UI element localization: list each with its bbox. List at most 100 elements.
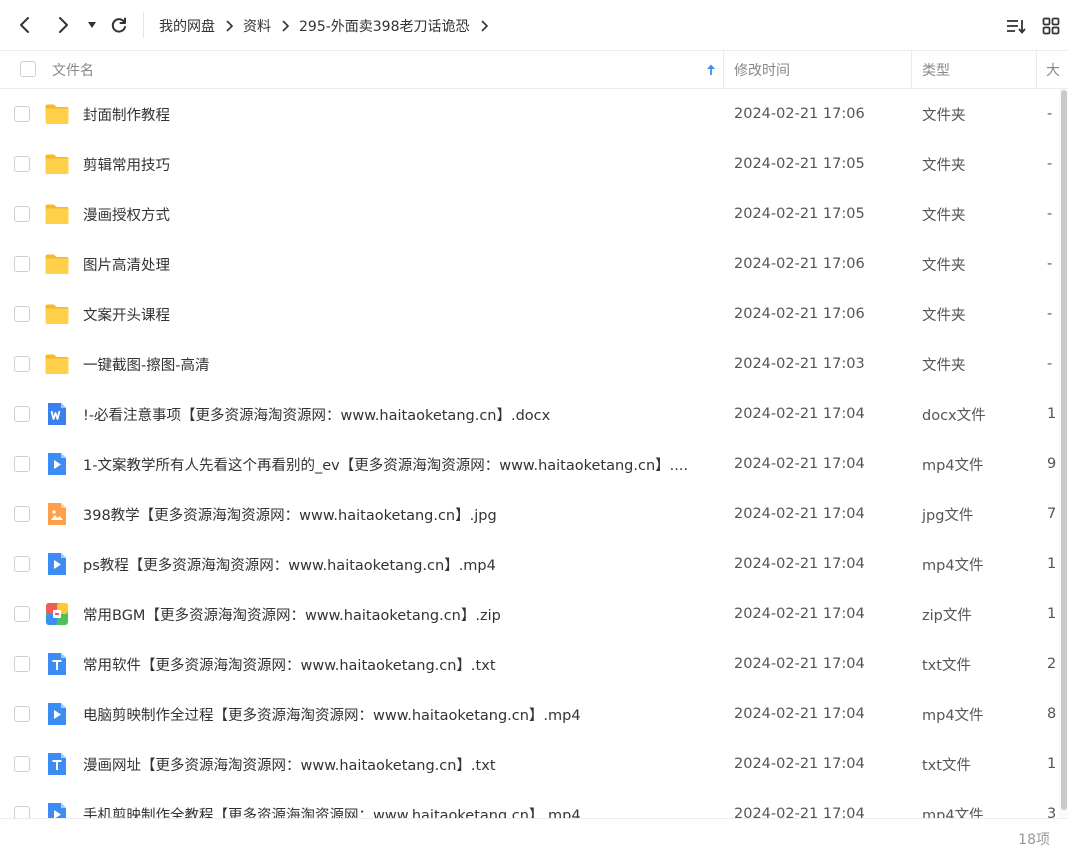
row-checkbox[interactable] [14, 756, 30, 772]
forward-button[interactable] [49, 10, 77, 40]
file-type: docx文件 [922, 407, 986, 424]
file-name[interactable]: 常用软件【更多资源海淘资源网：www.haitaoketang.cn】.txt [83, 639, 708, 689]
row-checkbox[interactable] [14, 556, 30, 572]
table-row[interactable]: 手机剪映制作全教程【更多资源海淘资源网：www.haitaoketang.cn】… [0, 789, 1068, 818]
row-checkbox[interactable] [14, 706, 30, 722]
column-header-modified[interactable]: 修改时间 [734, 51, 790, 89]
video-file-icon [44, 801, 70, 818]
sort-button[interactable] [1003, 13, 1029, 39]
breadcrumb-item-current[interactable]: 295-外面卖398老刀话诡恐 [290, 16, 479, 36]
file-modified-time: 2024-02-21 17:06 [734, 306, 865, 322]
chevron-left-icon [20, 17, 29, 33]
zip-file-icon [44, 601, 70, 627]
toolbar-divider [143, 12, 144, 38]
file-modified-time: 2024-02-21 17:04 [734, 806, 865, 818]
file-name[interactable]: 常用BGM【更多资源海淘资源网：www.haitaoketang.cn】.zip [83, 589, 708, 639]
row-checkbox[interactable] [14, 506, 30, 522]
table-row[interactable]: 常用软件【更多资源海淘资源网：www.haitaoketang.cn】.txt 2… [0, 639, 1068, 689]
file-name[interactable]: 一键截图-擦图-高清 [83, 339, 708, 389]
table-row[interactable]: ps教程【更多资源海淘资源网：www.haitaoketang.cn】.mp4 2… [0, 539, 1068, 589]
video-file-icon [44, 451, 70, 477]
sort-ascending-icon[interactable] [704, 51, 718, 89]
file-name[interactable]: 1-文案教学所有人先看这个再看别的_ev【更多资源海淘资源网：www.haita… [83, 439, 708, 489]
table-row[interactable]: 漫画授权方式 2024-02-21 17:05 文件夹 - [0, 189, 1068, 239]
row-checkbox[interactable] [14, 406, 30, 422]
file-list: 封面制作教程 2024-02-21 17:06 文件夹 - 剪辑常用技巧 2024-02-… [0, 89, 1068, 818]
file-type: 文件夹 [922, 157, 966, 174]
item-count: 18项 [1018, 832, 1050, 848]
file-name[interactable]: 漫画授权方式 [83, 189, 708, 239]
file-name[interactable]: 剪辑常用技巧 [83, 139, 708, 189]
row-checkbox[interactable] [14, 256, 30, 272]
chevron-right-icon [59, 17, 68, 33]
row-checkbox[interactable] [14, 156, 30, 172]
column-divider [1036, 51, 1037, 89]
refresh-icon [111, 17, 126, 33]
file-size: - [1047, 206, 1053, 222]
file-name[interactable]: ps教程【更多资源海淘资源网：www.haitaoketang.cn】.mp4 [83, 539, 708, 589]
table-row[interactable]: 文案开头课程 2024-02-21 17:06 文件夹 - [0, 289, 1068, 339]
table-row[interactable]: 常用BGM【更多资源海淘资源网：www.haitaoketang.cn】.zip… [0, 589, 1068, 639]
file-modified-time: 2024-02-21 17:04 [734, 556, 865, 572]
table-row[interactable]: 剪辑常用技巧 2024-02-21 17:05 文件夹 - [0, 139, 1068, 189]
file-type: 文件夹 [922, 107, 966, 124]
refresh-button[interactable] [105, 10, 133, 40]
file-type: 文件夹 [922, 207, 966, 224]
text-file-icon [44, 751, 70, 777]
file-name[interactable]: 手机剪映制作全教程【更多资源海淘资源网：www.haitaoketang.cn】… [83, 789, 708, 819]
row-checkbox[interactable] [14, 356, 30, 372]
file-size: 1 [1047, 606, 1057, 622]
file-name[interactable]: 文案开头课程 [83, 289, 708, 339]
breadcrumb-item-folder[interactable]: 资料 [234, 16, 280, 36]
file-type: 文件夹 [922, 357, 966, 374]
grid-view-icon [1042, 17, 1060, 35]
file-name[interactable]: !-必看注意事项【更多资源海淘资源网：www.haitaoketang.cn】.… [83, 389, 708, 439]
file-type: mp4文件 [922, 707, 984, 724]
table-row[interactable]: 漫画网址【更多资源海淘资源网：www.haitaoketang.cn】.txt 2… [0, 739, 1068, 789]
table-row[interactable]: 电脑剪映制作全过程【更多资源海淘资源网：www.haitaoketang.cn】… [0, 689, 1068, 739]
file-size: 2 [1047, 656, 1057, 672]
row-checkbox[interactable] [14, 306, 30, 322]
file-modified-time: 2024-02-21 17:06 [734, 256, 865, 272]
table-row[interactable]: 一键截图-擦图-高清 2024-02-21 17:03 文件夹 - [0, 339, 1068, 389]
table-row[interactable]: 1-文案教学所有人先看这个再看别的_ev【更多资源海淘资源网：www.haita… [0, 439, 1068, 489]
file-modified-time: 2024-02-21 17:04 [734, 706, 865, 722]
file-size: 1 [1047, 756, 1057, 772]
file-name[interactable]: 封面制作教程 [83, 89, 708, 139]
select-all-checkbox[interactable] [20, 61, 36, 77]
column-header-name[interactable]: 文件名 [52, 51, 94, 89]
file-size: 8 [1047, 706, 1057, 722]
file-name[interactable]: 电脑剪映制作全过程【更多资源海淘资源网：www.haitaoketang.cn】… [83, 689, 708, 739]
file-name[interactable]: 398教学【更多资源海淘资源网：www.haitaoketang.cn】.jpg [83, 489, 708, 539]
status-bar: 18项 [0, 818, 1068, 865]
row-checkbox[interactable] [14, 456, 30, 472]
sort-icon [1007, 20, 1026, 34]
table-row[interactable]: 图片高清处理 2024-02-21 17:06 文件夹 - [0, 239, 1068, 289]
table-row[interactable]: 封面制作教程 2024-02-21 17:06 文件夹 - [0, 89, 1068, 139]
chevron-right-icon [224, 19, 234, 33]
row-checkbox[interactable] [14, 806, 30, 818]
table-row[interactable]: !-必看注意事项【更多资源海淘资源网：www.haitaoketang.cn】.… [0, 389, 1068, 439]
grid-view-button[interactable] [1038, 13, 1064, 39]
history-dropdown-button[interactable] [80, 10, 104, 40]
scrollbar-thumb[interactable] [1061, 90, 1067, 810]
file-modified-time: 2024-02-21 17:04 [734, 406, 865, 422]
column-header-size[interactable]: 大小 [1046, 51, 1059, 89]
image-file-icon [44, 501, 70, 527]
video-file-icon [44, 701, 70, 727]
back-button[interactable] [11, 10, 39, 40]
row-checkbox[interactable] [14, 206, 30, 222]
file-name[interactable]: 漫画网址【更多资源海淘资源网：www.haitaoketang.cn】.txt [83, 739, 708, 789]
row-checkbox[interactable] [14, 656, 30, 672]
file-modified-time: 2024-02-21 17:04 [734, 606, 865, 622]
breadcrumb-item-root[interactable]: 我的网盘 [150, 16, 224, 36]
file-size: - [1047, 256, 1053, 272]
folder-icon [44, 151, 70, 177]
column-header-type[interactable]: 类型 [922, 51, 950, 89]
file-type: 文件夹 [922, 257, 966, 274]
row-checkbox[interactable] [14, 106, 30, 122]
table-row[interactable]: 398教学【更多资源海淘资源网：www.haitaoketang.cn】.jpg… [0, 489, 1068, 539]
row-checkbox[interactable] [14, 606, 30, 622]
file-name[interactable]: 图片高清处理 [83, 239, 708, 289]
column-divider [911, 51, 912, 89]
